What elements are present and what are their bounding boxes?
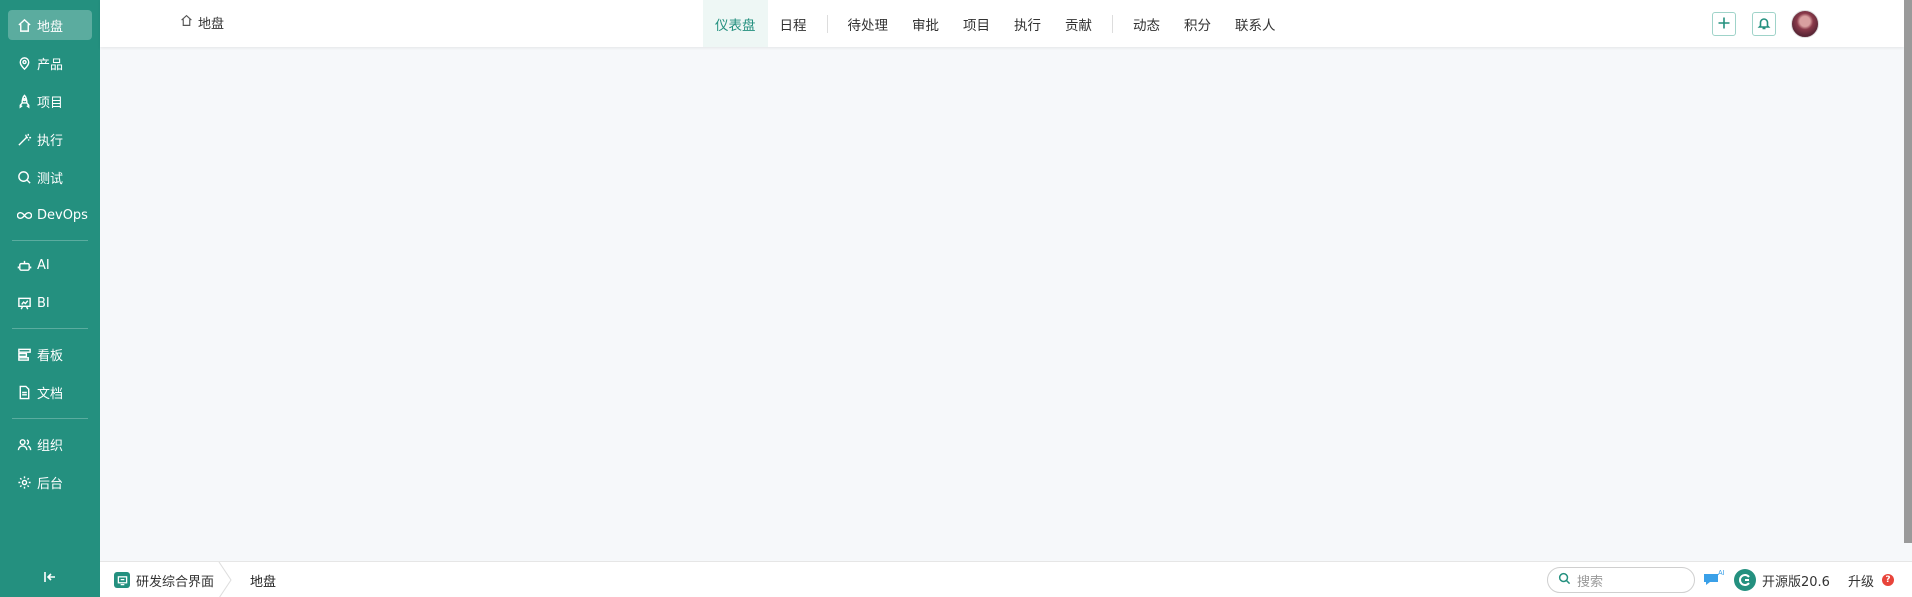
presentation-chart-icon (16, 295, 32, 311)
sidebar-divider (12, 328, 88, 329)
sidebar: 地盘 产品 项目 执行 测试 DevOps AI BI 看板 文档 组织 后台 (0, 0, 100, 597)
app-switcher[interactable]: 研发综合界面 (114, 562, 214, 597)
tab-execution[interactable]: 执行 (1002, 0, 1053, 47)
sidebar-divider (12, 418, 88, 419)
sidebar-item-bi[interactable]: BI (8, 288, 92, 318)
edition-label: 开源版20.6 (1762, 574, 1830, 590)
sidebar-item-project[interactable]: 项目 (8, 86, 92, 116)
search-placeholder: 搜索 (1577, 574, 1604, 590)
home-icon (16, 17, 32, 33)
help-icon: ? (1882, 574, 1895, 586)
kanban-icon (16, 346, 32, 362)
tab-dashboard[interactable]: 仪表盘 (703, 0, 768, 47)
app-name: 研发综合界面 (136, 574, 215, 590)
search-input[interactable]: 搜索 (1547, 567, 1695, 593)
tab-separator (826, 14, 828, 33)
plus-icon (1717, 15, 1731, 34)
create-button[interactable] (1712, 12, 1736, 36)
scrollbar[interactable] (1904, 0, 1912, 543)
avatar[interactable] (1791, 10, 1819, 38)
edition-info[interactable]: 开源版20.6 (1734, 562, 1830, 597)
sidebar-item-label: 地盘 (37, 19, 64, 35)
upgrade-label: 升级 (1848, 574, 1875, 590)
sidebar-item-label: 测试 (37, 171, 64, 187)
magnifier-icon (16, 169, 32, 185)
home-icon (180, 14, 198, 31)
sidebar-item-test[interactable]: 测试 (8, 162, 92, 192)
sidebar-item-label: BI (37, 295, 50, 311)
sidebar-item-ai[interactable]: AI (8, 250, 92, 280)
tab-project[interactable]: 项目 (951, 0, 1002, 47)
sidebar-item-label: 项目 (37, 95, 64, 111)
main-content (100, 47, 1904, 561)
sidebar-item-devops[interactable]: DevOps (8, 200, 92, 230)
sidebar-item-kanban[interactable]: 看板 (8, 339, 92, 369)
upgrade-button[interactable]: 升级 ? (1848, 562, 1895, 597)
sidebar-item-label: 文档 (37, 386, 64, 402)
document-icon (16, 384, 32, 400)
tab-todo[interactable]: 待处理 (836, 0, 901, 47)
sidebar-item-doc[interactable]: 文档 (8, 377, 92, 407)
tab-calendar[interactable]: 日程 (768, 0, 819, 47)
robot-icon (16, 257, 32, 273)
location-pin-icon (16, 55, 32, 71)
sidebar-item-execution[interactable]: 执行 (8, 124, 92, 154)
breadcrumb-label: 地盘 (198, 17, 225, 32)
sidebar-item-dashboard[interactable]: 地盘 (8, 10, 92, 40)
collapse-left-icon (43, 569, 57, 588)
tab-score[interactable]: 积分 (1172, 0, 1223, 47)
breadcrumb[interactable]: 地盘 (180, 0, 224, 45)
tab-contacts[interactable]: 联系人 (1223, 0, 1288, 47)
header-tabs: 仪表盘 日程 待处理 审批 项目 执行 贡献 动态 积分 联系人 (703, 0, 1288, 47)
app-icon (114, 572, 130, 588)
ai-chat-button[interactable]: AI (1702, 570, 1726, 590)
collapse-sidebar-button[interactable] (38, 568, 62, 588)
sidebar-item-label: 看板 (37, 348, 64, 364)
tab-dynamic[interactable]: 动态 (1121, 0, 1172, 47)
sidebar-item-label: AI (37, 257, 50, 273)
top-header: 地盘 仪表盘 日程 待处理 审批 项目 执行 贡献 动态 积分 联系人 (100, 0, 1904, 47)
ai-chat-icon: AI (1702, 568, 1726, 592)
bell-icon (1757, 15, 1771, 34)
footer-current-page[interactable]: 地盘 (250, 562, 276, 597)
sidebar-divider (12, 240, 88, 241)
sidebar-item-label: 产品 (37, 57, 64, 73)
sidebar-item-label: DevOps (37, 207, 88, 223)
svg-text:AI: AI (1718, 570, 1725, 577)
people-icon (16, 436, 32, 452)
wand-icon (16, 131, 32, 147)
sidebar-item-admin[interactable]: 后台 (8, 467, 92, 497)
zentao-logo-icon (1734, 569, 1756, 591)
sidebar-item-label: 后台 (37, 476, 64, 492)
tab-contribution[interactable]: 贡献 (1053, 0, 1104, 47)
sidebar-item-label: 执行 (37, 133, 64, 149)
chevron-right-icon (218, 561, 232, 597)
sidebar-item-label: 组织 (37, 438, 64, 454)
rocket-icon (16, 93, 32, 109)
tab-review[interactable]: 审批 (900, 0, 951, 47)
notifications-button[interactable] (1752, 12, 1776, 36)
gear-icon (16, 474, 32, 490)
search-icon (1558, 572, 1577, 589)
infinity-icon (16, 207, 32, 223)
sidebar-item-product[interactable]: 产品 (8, 48, 92, 78)
footer-bar: 研发综合界面 地盘 搜索 AI 开源版20.6 升级 ? (100, 561, 1912, 597)
sidebar-item-org[interactable]: 组织 (8, 429, 92, 459)
tab-separator (1112, 14, 1113, 33)
